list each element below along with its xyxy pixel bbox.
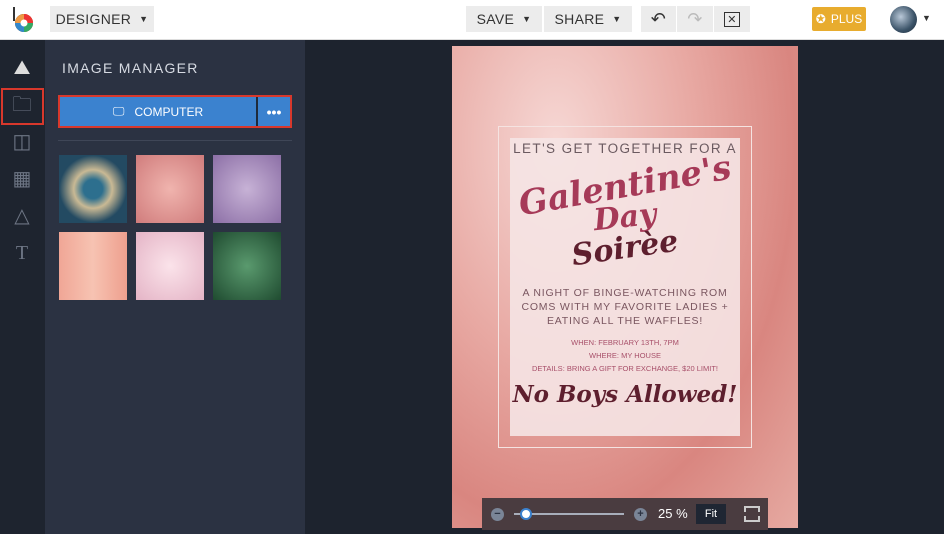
- clear-button[interactable]: ✕: [714, 6, 750, 32]
- chevron-down-icon: ▼: [139, 14, 149, 24]
- close-box-icon: ✕: [724, 11, 740, 27]
- poster-where: WHERE: MY HOUSE: [589, 351, 661, 360]
- grid-icon[interactable]: ▦: [11, 168, 33, 190]
- zoom-in-button[interactable]: +: [634, 508, 647, 521]
- text-icon[interactable]: T: [11, 242, 33, 264]
- computer-label: COMPUTER: [134, 104, 204, 119]
- folder-icon[interactable]: 🗀: [11, 94, 33, 116]
- undo-icon: ↶: [650, 8, 667, 29]
- designer-label: DESIGNER: [55, 11, 132, 27]
- plus-label: PLUS: [830, 12, 863, 26]
- thumbnail-purple-watercolor[interactable]: [213, 155, 281, 223]
- poster-details-line: DETAILS: BRING A GIFT FOR EXCHANGE, $20 …: [531, 364, 719, 373]
- share-label: SHARE: [554, 11, 605, 27]
- layout-icon[interactable]: ◫: [11, 131, 33, 153]
- designer-dropdown[interactable]: DESIGNER ▼: [50, 6, 154, 32]
- plus-button[interactable]: ✪ PLUS: [812, 7, 866, 31]
- minus-icon: −: [494, 508, 501, 520]
- panel-title: IMAGE MANAGER: [62, 60, 199, 76]
- top-bar: DESIGNER ▼ SAVE ▼ SHARE ▼ ↶ ↷ ✕ ✪ PLUS ▼: [0, 0, 944, 40]
- zoom-percent: 25 %: [658, 506, 688, 521]
- fit-button[interactable]: Fit: [696, 504, 726, 524]
- poster-when: WHEN: FEBRUARY 13TH, 7PM: [571, 338, 679, 347]
- redo-icon: ↷: [687, 8, 703, 29]
- thumbnail-pink-bokeh[interactable]: [136, 232, 204, 300]
- image-manager-panel: IMAGE MANAGER 🖵 COMPUTER •••: [45, 40, 305, 534]
- shape-icon[interactable]: △: [11, 205, 33, 227]
- save-button[interactable]: SAVE ▼: [466, 6, 542, 32]
- computer-button[interactable]: 🖵 COMPUTER: [60, 97, 258, 126]
- avatar[interactable]: [890, 6, 917, 33]
- chevron-down-icon[interactable]: ▼: [922, 13, 931, 23]
- zoom-slider-handle[interactable]: [520, 508, 532, 520]
- app-logo[interactable]: [12, 7, 34, 33]
- zoom-bar: − + 25 % Fit: [482, 498, 768, 530]
- poster-card: LET'S GET TOGETHER FOR A Galentine's Day…: [510, 138, 740, 436]
- undo-button[interactable]: ↶: [641, 6, 676, 32]
- chevron-down-icon: ▼: [612, 14, 622, 24]
- thumbnail-green-leaves[interactable]: [213, 232, 281, 300]
- divider: [58, 140, 292, 141]
- save-label: SAVE: [476, 11, 515, 27]
- share-button[interactable]: SHARE ▼: [544, 6, 632, 32]
- badge-icon: ✪: [815, 12, 826, 26]
- image-icon[interactable]: ⛰: [11, 57, 33, 79]
- zoom-out-button[interactable]: −: [491, 508, 504, 521]
- thumbnail-pink-watercolor[interactable]: [136, 155, 204, 223]
- plus-icon: +: [637, 508, 644, 520]
- thumbnail-peach-watercolor[interactable]: [59, 232, 127, 300]
- monitor-icon: 🖵: [112, 104, 125, 118]
- more-button[interactable]: •••: [258, 97, 290, 126]
- poster-details[interactable]: WHEN: FEBRUARY 13TH, 7PM WHERE: MY HOUSE…: [510, 336, 740, 375]
- redo-button[interactable]: ↷: [677, 6, 713, 32]
- sidebar: ⛰ 🗀 ◫ ▦ △ T: [0, 40, 45, 534]
- thumbnail-heart-waffle[interactable]: [59, 155, 127, 223]
- poster-footer[interactable]: No Boys Allowed!: [510, 381, 740, 408]
- poster-body[interactable]: A NIGHT OF BINGE-WATCHING ROM COMS WITH …: [510, 286, 740, 328]
- design-canvas[interactable]: LET'S GET TOGETHER FOR A Galentine's Day…: [452, 46, 798, 528]
- upload-group: 🖵 COMPUTER •••: [58, 95, 292, 128]
- chevron-down-icon: ▼: [522, 14, 532, 24]
- more-icon: •••: [266, 103, 282, 120]
- fullscreen-icon[interactable]: [744, 506, 760, 522]
